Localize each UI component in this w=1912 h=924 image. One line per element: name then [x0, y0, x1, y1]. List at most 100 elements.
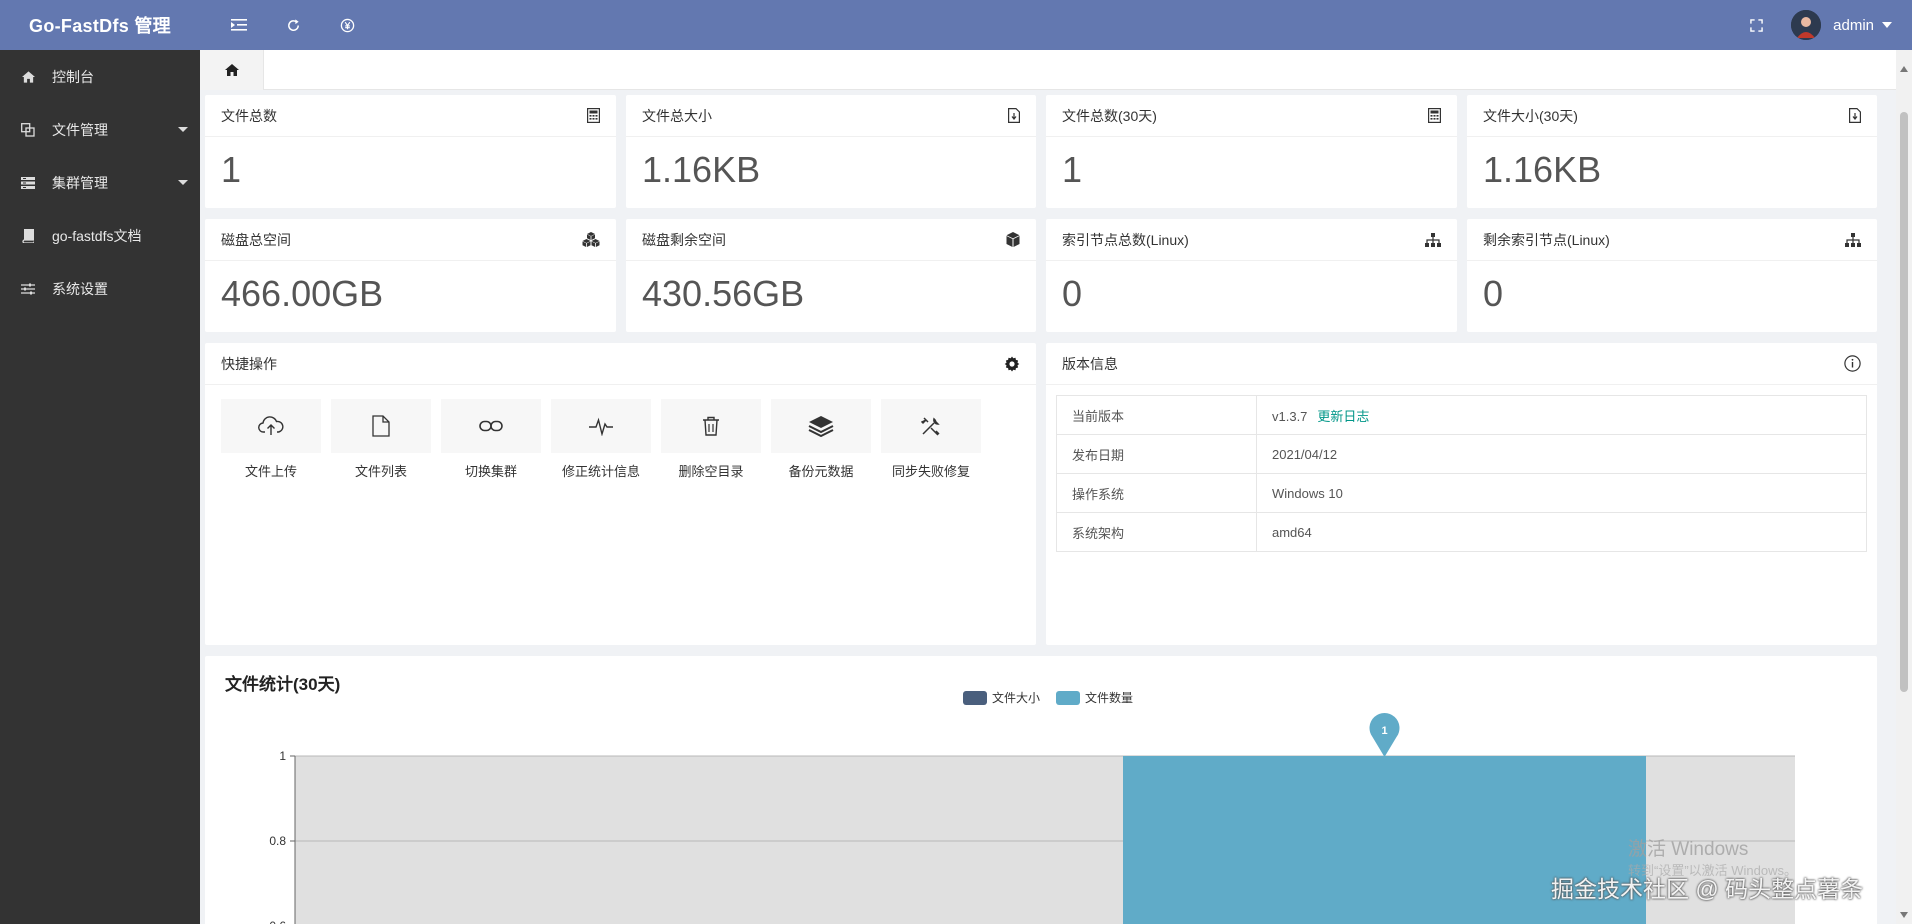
stat-card-inode-total: 索引节点总数(Linux) 0	[1046, 219, 1457, 332]
quick-sync-repair[interactable]: 同步失败修复	[881, 399, 981, 480]
refresh-icon[interactable]	[266, 0, 320, 50]
stat-value: 1	[1062, 149, 1083, 190]
fullscreen-icon[interactable]	[1731, 0, 1781, 50]
stat-card-file-size: 文件总大小 1.16KB	[626, 95, 1036, 208]
stat-value: 1.16KB	[642, 149, 761, 190]
quick-backup-meta[interactable]: 备份元数据	[771, 399, 871, 480]
sidebar-item-settings[interactable]: 系统设置	[0, 262, 200, 315]
y-tick-label: 1	[279, 749, 286, 763]
version-value-cell: v1.3.7 更新日志	[1256, 395, 1867, 435]
legend-label: 文件数量	[1085, 690, 1133, 705]
stat-label: 磁盘总空间	[221, 231, 291, 248]
table-row: 操作系统 Windows 10	[1056, 473, 1867, 513]
y-tick-label: 0.6	[269, 919, 286, 924]
stat-card-file-count-30d: 文件总数(30天) 1	[1046, 95, 1457, 208]
quick-fix-stats[interactable]: 修正统计信息	[551, 399, 651, 480]
quick-label: 文件列表	[354, 464, 407, 479]
version-table: 当前版本 v1.3.7 更新日志 发布日期 2021/04/12 操作系统 Win…	[1056, 395, 1867, 552]
pulse-icon	[589, 417, 613, 436]
stat-label: 剩余索引节点(Linux)	[1483, 231, 1610, 248]
juejin-watermark: 掘金技术社区 @ 码头整点薯条	[1551, 876, 1864, 902]
file-outline-icon	[372, 415, 390, 437]
stat-label: 文件总数(30天)	[1062, 107, 1157, 124]
tools-icon	[921, 417, 940, 436]
tab-home[interactable]	[200, 50, 264, 90]
version-value: v1.3.7	[1272, 408, 1308, 424]
legend-swatch	[1056, 691, 1080, 705]
sidebar-item-docs[interactable]: go-fastdfs文档	[0, 209, 200, 262]
quick-file-list[interactable]: 文件列表	[331, 399, 431, 480]
stat-label: 文件总大小	[642, 107, 712, 124]
chevron-down-icon[interactable]	[1882, 22, 1892, 28]
version-key: 发布日期	[1056, 434, 1257, 474]
table-row: 发布日期 2021/04/12	[1056, 434, 1867, 474]
avatar[interactable]	[1791, 10, 1822, 40]
quick-label: 切换集群	[464, 464, 517, 479]
stat-card-file-size-30d: 文件大小(30天) 1.16KB	[1467, 95, 1877, 208]
sidebar-item-console[interactable]: 控制台	[0, 50, 200, 103]
stat-value: 1	[221, 149, 242, 190]
stat-card-disk-free: 磁盘剩余空间 430.56GB	[626, 219, 1036, 332]
gear-icon[interactable]	[1004, 356, 1020, 372]
version-key: 操作系统	[1056, 473, 1257, 513]
stat-card-inode-free: 剩余索引节点(Linux) 0	[1467, 219, 1877, 332]
quick-label: 备份元数据	[788, 464, 854, 479]
stat-label: 文件大小(30天)	[1483, 107, 1578, 124]
scroll-up-arrow[interactable]	[1900, 66, 1908, 72]
stat-value: 0	[1483, 273, 1504, 314]
quick-label: 修正统计信息	[561, 464, 640, 479]
sidebar-item-label: 集群管理	[52, 174, 108, 191]
version-value: Windows 10	[1256, 473, 1867, 513]
home-icon	[224, 64, 239, 76]
stat-label: 索引节点总数(Linux)	[1062, 231, 1189, 248]
sidebar: 控制台 文件管理 集群管理 go-fastdfs文档 系统设置	[0, 50, 200, 924]
file-icon	[1008, 108, 1020, 123]
table-row: 系统架构 amd64	[1056, 512, 1867, 552]
quick-actions-title: 快捷操作	[221, 355, 277, 372]
stat-card-file-count: 文件总数 1	[205, 95, 616, 208]
quick-switch-cluster[interactable]: 切换集群	[441, 399, 541, 480]
sidebar-item-file-manage[interactable]: 文件管理	[0, 103, 200, 156]
scrollbar[interactable]	[1896, 50, 1912, 924]
sitemap-icon	[1845, 232, 1861, 247]
yen-icon[interactable]	[320, 0, 374, 50]
chevron-down-icon	[178, 127, 188, 132]
cubes-icon	[582, 232, 600, 247]
cube-icon	[1006, 232, 1020, 247]
main-content: 文件总数 1 文件总大小 1.16KB 文件总数(30天) 1 文件大小(30天…	[200, 50, 1912, 924]
top-header: Go-FastDfs 管理 admin	[0, 0, 1912, 50]
stat-label: 文件总数	[221, 107, 277, 124]
sidebar-item-cluster-manage[interactable]: 集群管理	[0, 156, 200, 209]
username[interactable]: admin	[1833, 17, 1874, 34]
quick-delete-empty-dir[interactable]: 删除空目录	[661, 399, 761, 480]
sidebar-item-label: 控制台	[52, 68, 94, 85]
stat-card-disk-total: 磁盘总空间 466.00GB	[205, 219, 616, 332]
quick-label: 删除空目录	[678, 464, 744, 479]
version-key: 当前版本	[1056, 395, 1257, 435]
sidebar-item-label: 文件管理	[52, 121, 108, 138]
stat-value: 1.16KB	[1483, 149, 1602, 190]
windows-activation-watermark: 激活 Windows	[1628, 839, 1749, 860]
stat-value: 0	[1062, 273, 1083, 314]
scroll-thumb[interactable]	[1900, 112, 1908, 692]
sidebar-item-label: 系统设置	[52, 280, 108, 297]
file-icon	[1849, 108, 1861, 123]
version-value: amd64	[1256, 512, 1867, 552]
legend-swatch	[963, 691, 987, 705]
menu-fold-icon[interactable]	[212, 0, 266, 50]
changelog-link[interactable]: 更新日志	[1317, 409, 1369, 424]
sidebar-item-label: go-fastdfs文档	[52, 227, 142, 244]
version-key: 系统架构	[1056, 512, 1257, 552]
stat-value: 430.56GB	[642, 273, 805, 314]
scroll-down-arrow[interactable]	[1900, 912, 1908, 918]
sliders-icon	[20, 281, 36, 297]
info-icon	[1844, 355, 1861, 372]
version-card: 版本信息 当前版本 v1.3.7 更新日志 发布日期 2021/04/12 操作系…	[1046, 343, 1877, 645]
quick-file-upload[interactable]: 文件上传	[221, 399, 321, 480]
bar-value-label: 1	[1381, 725, 1387, 737]
calculator-icon	[1428, 108, 1441, 123]
chevron-down-icon	[178, 180, 188, 185]
cloud-upload-icon	[258, 416, 284, 435]
brand-title[interactable]: Go-FastDfs 管理	[0, 12, 200, 38]
home-icon	[20, 69, 36, 85]
